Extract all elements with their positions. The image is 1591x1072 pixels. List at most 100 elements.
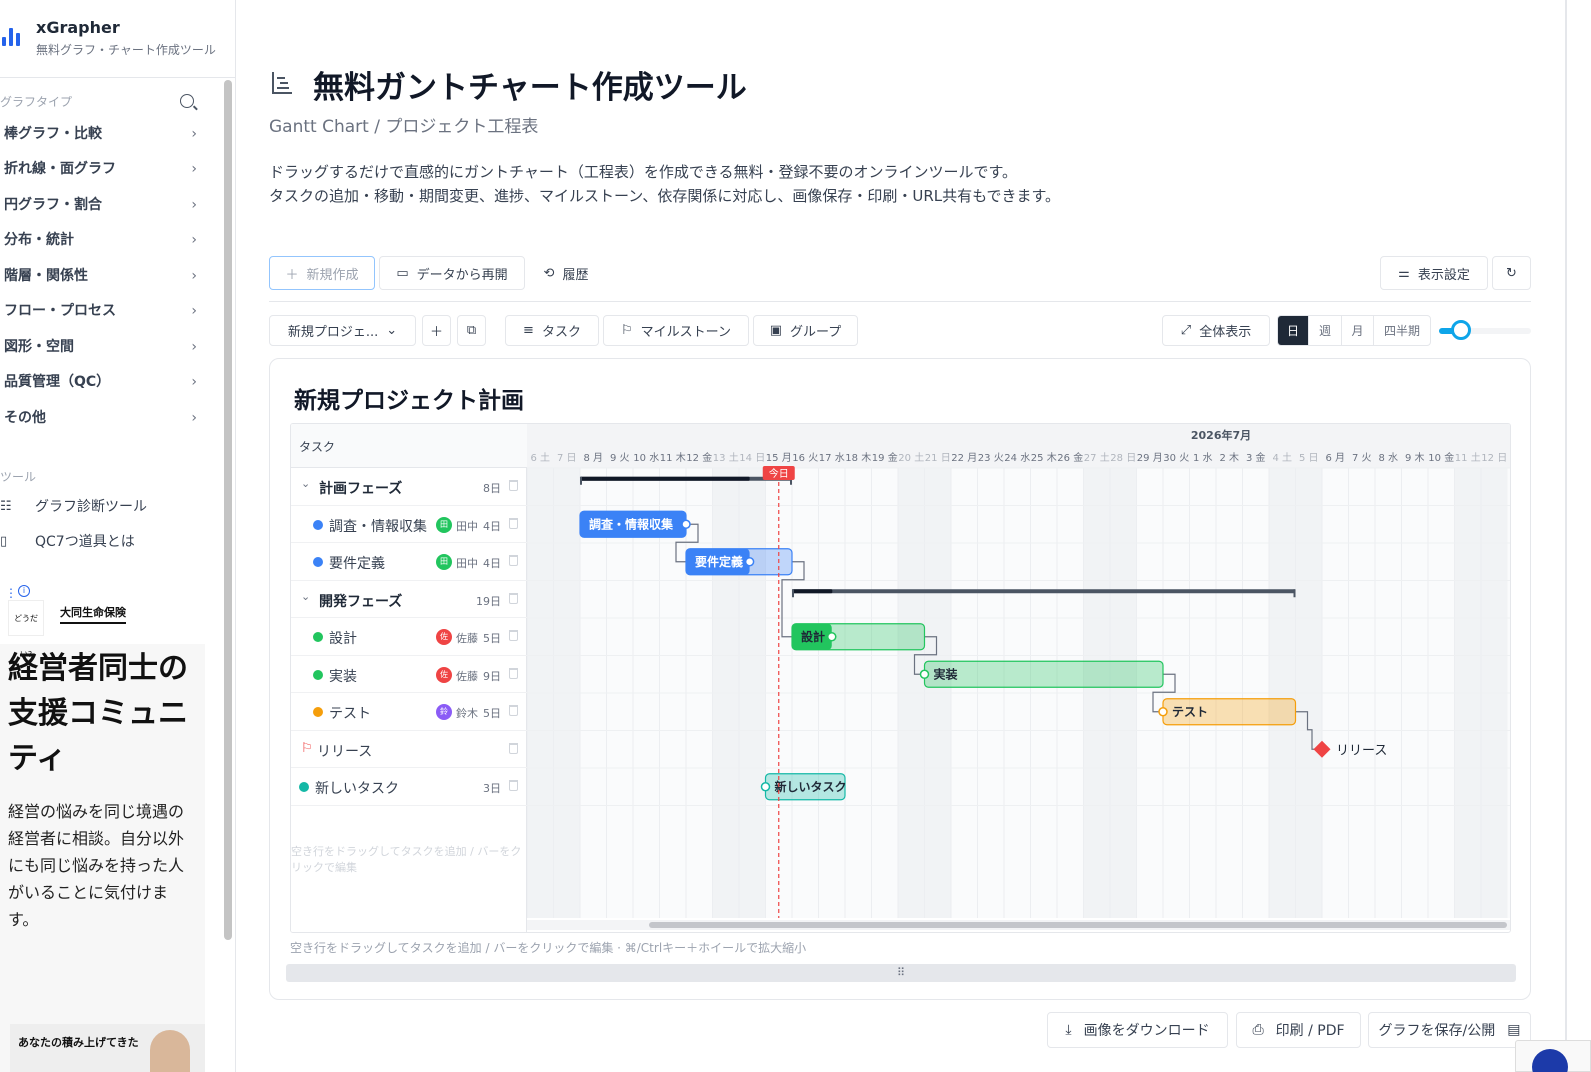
sidebar-item-shape[interactable]: 図形・空間 › (0, 330, 205, 364)
recaptcha-badge[interactable] (1515, 1040, 1591, 1072)
add-project-button[interactable]: ＋ (422, 315, 451, 346)
sidebar-item-label: 分布・統計 (4, 232, 74, 248)
display-settings-button[interactable]: ⚌ 表示設定 (1380, 256, 1488, 290)
task-handle[interactable] (1158, 707, 1168, 717)
sidebar-item-line[interactable]: 折れ線・面グラフ › (0, 152, 205, 186)
add-group-button[interactable]: ▣ グループ (753, 315, 858, 346)
sidebar-item-distribution[interactable]: 分布・統計 › (0, 223, 205, 257)
ad-banner[interactable]: あなたの積み上げてきた (10, 1024, 205, 1072)
trash-icon[interactable] (509, 705, 518, 716)
folder-icon: ▭ (396, 265, 409, 281)
group-row[interactable]: ⌄ 開発フェーズ 19日 (291, 581, 527, 618)
chevron-down-icon: ⌄ (386, 323, 398, 338)
horizontal-scrollbar-thumb[interactable] (649, 922, 1507, 928)
advertisement[interactable]: ⋮ i どうだい? 大同生命保険 経営者同士の支援コミュニティ 経営の悩みを同じ… (0, 584, 205, 1072)
add-milestone-button[interactable]: ⚐ マイルストーン (603, 315, 749, 346)
trash-icon[interactable] (509, 592, 518, 604)
task-name[interactable]: テスト (329, 703, 371, 723)
task-name[interactable]: 設計 (329, 628, 357, 648)
duplicate-button[interactable]: ⧉ (457, 315, 486, 346)
sidebar-item-pie[interactable]: 円グラフ・割合 › (0, 188, 205, 222)
search-icon[interactable] (180, 94, 194, 108)
task-color-dot[interactable] (313, 557, 323, 567)
task-handle[interactable] (827, 632, 837, 642)
scale-month[interactable]: 月 (1342, 316, 1374, 345)
app-root: xGrapher 無料グラフ・チャート作成ツール グラフタイプ 棒グラフ・比較 ›… (0, 0, 1591, 1072)
group-row[interactable]: ⌄ 計画フェーズ 8日 (291, 468, 527, 506)
download-image-button[interactable]: ⤓ 画像をダウンロード (1047, 1012, 1228, 1048)
fit-all-button[interactable]: ⤢ 全体表示 (1162, 315, 1270, 346)
gantt-timeline[interactable]: 2026年7月6 土7 日8 月9 火 10 水 11 木 12 金 13 土 14 日1… (527, 424, 1511, 933)
task-handle[interactable] (744, 557, 755, 567)
task-name[interactable]: 要件定義 (329, 553, 385, 573)
task-row[interactable]: 要件定義 田田中 4日 (291, 543, 527, 581)
reset-button[interactable]: ↻ (1492, 256, 1531, 290)
reopen-button[interactable]: ▭ データから再開 (379, 256, 525, 290)
group-name[interactable]: 開発フェーズ (319, 591, 402, 611)
task-color-dot[interactable] (313, 707, 323, 717)
project-select[interactable]: 新規プロジェ... ⌄ (269, 315, 416, 346)
sidebar-item-other[interactable]: その他 › (0, 401, 205, 435)
trash-icon[interactable] (509, 480, 518, 491)
ad-banner-text: あなたの積み上げてきた (18, 1036, 139, 1049)
chart-title[interactable]: 新規プロジェクト計画 (294, 381, 524, 415)
day-tick-label: 29 月 (1137, 452, 1163, 464)
task-row[interactable]: 新しいタスク 3日 (291, 768, 527, 806)
reset-icon: ↻ (1506, 265, 1517, 281)
display-settings-label: 表示設定 (1417, 267, 1470, 283)
save-publish-button[interactable]: グラフを保存/公開 ▤ (1368, 1012, 1531, 1048)
task-handle[interactable] (760, 782, 771, 792)
sidebar-item-qc[interactable]: 品質管理（QC） › (0, 365, 205, 399)
history-button[interactable]: ⟲ 履歴 (533, 256, 599, 290)
task-row[interactable]: 設計 佐佐藤 5日 (291, 618, 527, 656)
milestone-row[interactable]: ⚐ リリース (291, 731, 527, 768)
task-color-dot[interactable] (313, 632, 323, 642)
trash-icon[interactable] (509, 780, 518, 791)
group-name[interactable]: 計画フェーズ (319, 478, 402, 498)
chevron-down-icon[interactable]: ⌄ (301, 590, 310, 603)
more-icon[interactable]: ⋮ (5, 586, 17, 600)
chevron-down-icon[interactable]: ⌄ (301, 477, 310, 490)
empty-row-hint: 空き行をドラッグしてタスクを追加 / バーをクリックで編集 (291, 845, 522, 874)
trash-icon[interactable] (509, 667, 518, 679)
info-icon[interactable]: i (18, 585, 30, 597)
task-color-dot[interactable] (299, 782, 309, 792)
new-button[interactable]: ＋ 新規作成 (269, 256, 375, 290)
ad-headline[interactable]: 経営者同士の支援コミュニティ (8, 646, 205, 781)
task-handle[interactable] (919, 669, 930, 679)
add-task-button[interactable]: ≡ タスク (505, 315, 599, 346)
task-bar[interactable] (923, 660, 1164, 688)
sidebar-item-flow[interactable]: フロー・プロセス › (0, 294, 205, 328)
trash-icon[interactable] (509, 742, 518, 754)
zoom-slider-thumb[interactable] (1451, 320, 1472, 340)
milestone-name[interactable]: リリース (317, 741, 372, 761)
scale-day[interactable]: 日 (1278, 316, 1309, 345)
sidebar-item-hierarchy[interactable]: 階層・関係性 › (0, 259, 205, 293)
scale-week[interactable]: 週 (1309, 316, 1342, 345)
sidebar-tool-qc7[interactable]: ▯ QC7つ道具とは (0, 525, 205, 559)
resize-handle[interactable]: ⠿ (286, 964, 1516, 982)
task-color-dot[interactable] (313, 669, 323, 680)
print-button[interactable]: ⎙ 印刷 / PDF (1236, 1012, 1361, 1048)
sidebar-tool-diagnosis[interactable]: ☷ グラフ診断ツール (0, 490, 205, 524)
sidebar-scrollbar[interactable] (224, 80, 232, 940)
trash-icon[interactable] (509, 555, 518, 566)
task-color-dot[interactable] (313, 519, 323, 530)
task-row[interactable]: 調査・情報収集田田中 4日 (291, 506, 527, 543)
page-scrollbar[interactable] (1565, 0, 1567, 1072)
task-name[interactable]: 新しいタスク (315, 778, 399, 798)
ad-body[interactable]: 経営の悩みを同じ境遇の経営者に相談。自分以外にも同じ悩みを持った人がいることに気… (8, 798, 198, 933)
sidebar-item-bar[interactable]: 棒グラフ・比較 › (0, 117, 205, 151)
time-scale-toggle[interactable]: 日 週 月 四半期 (1277, 315, 1431, 346)
ad-person-image (150, 1030, 190, 1072)
trash-icon[interactable] (509, 517, 518, 529)
task-handle[interactable] (681, 519, 691, 529)
task-name[interactable]: 調査・情報収集 (329, 516, 427, 536)
task-row[interactable]: 実装 佐佐藤 9日 (291, 656, 527, 693)
task-name[interactable]: 実装 (329, 666, 357, 686)
brand[interactable]: xGrapher 無料グラフ・チャート作成ツール (0, 0, 235, 78)
trash-icon[interactable] (509, 630, 518, 641)
ad-brand[interactable]: 大同生命保険 (60, 604, 126, 624)
task-row[interactable]: テスト 鈴鈴木 5日 (291, 693, 527, 731)
scale-quarter[interactable]: 四半期 (1374, 316, 1430, 345)
